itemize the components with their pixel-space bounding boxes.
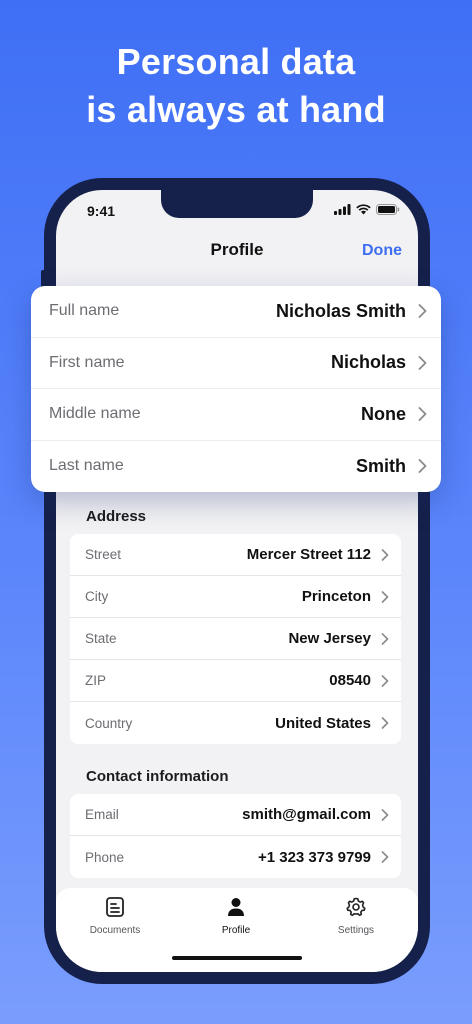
name-row-last[interactable]: Last name Smith <box>31 441 441 493</box>
tab-label: Documents <box>89 925 141 936</box>
status-icons <box>334 204 400 215</box>
row-value: None <box>361 403 406 424</box>
name-row-middle[interactable]: Middle name None <box>31 389 441 441</box>
row-value: Mercer Street 112 <box>246 546 371 563</box>
row-label: State <box>85 631 117 646</box>
address-row-city[interactable]: City Princeton <box>70 576 401 618</box>
chevron-right-icon <box>381 808 389 821</box>
address-row-country[interactable]: Country United States <box>70 702 401 744</box>
row-label: Last name <box>49 457 124 475</box>
row-label: Email <box>85 807 119 822</box>
chevron-right-icon <box>418 459 427 474</box>
chevron-right-icon <box>418 304 427 319</box>
home-indicator <box>172 956 302 960</box>
row-value: New Jersey <box>288 630 371 647</box>
tab-settings[interactable]: Settings <box>306 896 406 936</box>
chevron-right-icon <box>418 355 427 370</box>
row-value: Smith <box>355 455 406 476</box>
address-group: Street Mercer Street 112 City Princeton … <box>70 534 401 744</box>
name-row-full[interactable]: Full name Nicholas Smith <box>31 286 441 338</box>
row-label: Street <box>85 547 122 562</box>
person-icon <box>228 898 244 916</box>
row-value: Princeton <box>301 588 371 605</box>
done-button[interactable]: Done <box>362 242 402 260</box>
headline-line-1: Personal data <box>116 41 356 82</box>
address-row-street[interactable]: Street Mercer Street 112 <box>70 534 401 576</box>
chevron-right-icon <box>381 590 389 603</box>
row-value: Nicholas Smith <box>275 300 406 321</box>
row-label: City <box>85 589 109 604</box>
contact-row-email[interactable]: Email smith@gmail.com <box>70 794 401 836</box>
row-value: +1 323 373 9799 <box>257 848 371 866</box>
tab-label: Settings <box>337 925 375 936</box>
chevron-right-icon <box>418 407 427 422</box>
chevron-right-icon <box>381 717 389 729</box>
row-value: Nicholas <box>330 352 406 373</box>
notch <box>161 190 313 218</box>
row-label: Full name <box>49 302 120 320</box>
row-value: 08540 <box>329 672 371 689</box>
gear-icon <box>346 897 366 917</box>
document-icon <box>106 897 124 917</box>
contact-group: Email smith@gmail.com Phone +1 323 373 9… <box>70 794 401 878</box>
name-card: Full name Nicholas Smith First name Nich… <box>31 286 441 492</box>
address-section-title: Address <box>86 508 147 525</box>
row-value: United States <box>275 714 371 732</box>
row-label: Phone <box>85 849 125 865</box>
chevron-right-icon <box>381 674 389 687</box>
contact-section-title: Contact information <box>86 768 229 785</box>
headline-line-2: is always at hand <box>86 89 386 130</box>
battery-icon <box>376 204 400 215</box>
address-row-zip[interactable]: ZIP 08540 <box>70 660 401 702</box>
name-row-first[interactable]: First name Nicholas <box>31 338 441 389</box>
status-time: 9:41 <box>87 203 116 219</box>
row-value: smith@gmail.com <box>242 806 371 823</box>
row-label: ZIP <box>85 673 107 688</box>
tab-documents[interactable]: Documents <box>65 896 165 936</box>
headline: Personal data is always at hand <box>0 38 472 134</box>
contact-row-phone[interactable]: Phone +1 323 373 9799 <box>70 836 401 878</box>
address-row-state[interactable]: State New Jersey <box>70 618 401 660</box>
wifi-icon <box>356 204 371 215</box>
chevron-right-icon <box>381 632 389 645</box>
chevron-right-icon <box>381 548 389 561</box>
chevron-right-icon <box>381 851 389 863</box>
row-label: First name <box>49 353 125 371</box>
signal-icon <box>334 204 351 215</box>
row-label: Middle name <box>49 405 141 423</box>
tab-label: Profile <box>221 925 251 936</box>
tab-profile[interactable]: Profile <box>186 896 286 936</box>
row-label: Country <box>85 715 133 731</box>
